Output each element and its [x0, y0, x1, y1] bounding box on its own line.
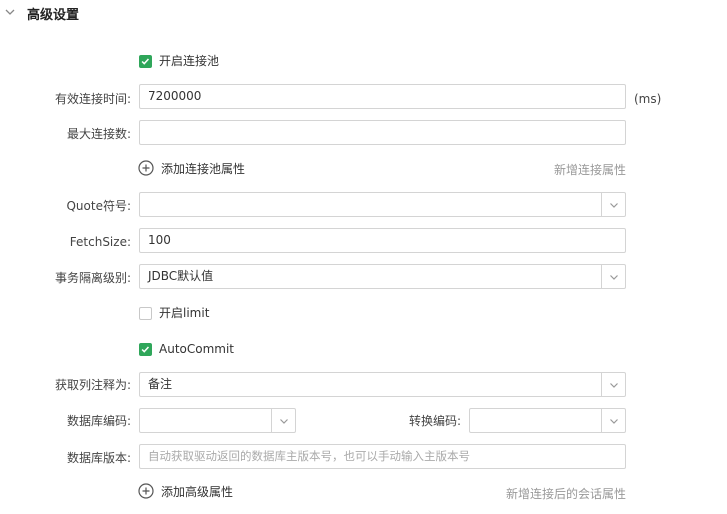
- isolation-dropdown-arrow[interactable]: [601, 265, 625, 288]
- column-comment-value: 备注: [148, 377, 173, 391]
- enable-pool-label[interactable]: 开启连接池: [159, 53, 219, 69]
- max-connections-input[interactable]: [139, 120, 626, 145]
- quote-label: Quote符号:: [66, 199, 131, 213]
- fetch-size-label: FetchSize:: [69, 235, 131, 249]
- add-pool-property-button[interactable]: 添加连接池属性: [161, 161, 245, 177]
- isolation-value: JDBC默认值: [148, 269, 214, 283]
- db-encoding-select[interactable]: [139, 408, 296, 433]
- db-version-label: 数据库版本:: [66, 451, 131, 465]
- session-property-hint: 新增连接后的会话属性: [505, 487, 626, 501]
- enable-limit-checkbox[interactable]: [139, 307, 152, 320]
- chevron-down-icon: [609, 202, 618, 208]
- enable-limit-label[interactable]: 开启limit: [159, 305, 209, 321]
- autocommit-checkbox[interactable]: [139, 343, 152, 356]
- db-encoding-value: [140, 413, 148, 427]
- fetch-size-input[interactable]: 100: [139, 228, 626, 253]
- new-connection-property-hint: 新增连接属性: [553, 163, 626, 177]
- valid-time-input[interactable]: 7200000: [139, 84, 626, 109]
- chevron-down-icon: [609, 382, 618, 388]
- chevron-down-icon: [279, 418, 288, 424]
- db-encoding-label: 数据库编码:: [66, 414, 131, 428]
- quote-dropdown-arrow[interactable]: [601, 193, 625, 216]
- column-comment-dropdown-arrow[interactable]: [601, 373, 625, 396]
- autocommit-label[interactable]: AutoCommit: [159, 341, 234, 357]
- isolation-label: 事务隔离级别:: [54, 271, 131, 285]
- db-encoding-dropdown-arrow[interactable]: [271, 409, 295, 432]
- convert-encoding-value: [470, 413, 478, 427]
- section-header[interactable]: 高级设置: [0, 0, 727, 24]
- chevron-down-icon: [609, 274, 618, 280]
- chevron-down-icon[interactable]: [4, 6, 16, 18]
- enable-pool-checkbox[interactable]: [139, 55, 152, 68]
- convert-encoding-label: 转换编码:: [408, 414, 461, 428]
- add-circle-icon[interactable]: [138, 160, 154, 176]
- valid-time-label: 有效连接时间:: [54, 92, 131, 106]
- check-icon: [141, 346, 150, 353]
- valid-time-unit: (ms): [634, 92, 662, 106]
- chevron-down-icon: [609, 418, 618, 424]
- add-advanced-property-button[interactable]: 添加高级属性: [161, 484, 233, 500]
- db-version-input[interactable]: 自动获取驱动返回的数据库主版本号，也可以手动输入主版本号: [139, 444, 626, 469]
- max-connections-label: 最大连接数:: [66, 127, 131, 141]
- column-comment-select[interactable]: 备注: [139, 372, 626, 397]
- section-title: 高级设置: [27, 8, 80, 23]
- convert-encoding-dropdown-arrow[interactable]: [601, 409, 625, 432]
- isolation-select[interactable]: JDBC默认值: [139, 264, 626, 289]
- check-icon: [141, 58, 150, 65]
- add-circle-icon[interactable]: [138, 483, 154, 499]
- quote-value: [140, 197, 148, 211]
- quote-select[interactable]: [139, 192, 626, 217]
- column-comment-label: 获取列注释为:: [54, 378, 131, 392]
- convert-encoding-select[interactable]: [469, 408, 626, 433]
